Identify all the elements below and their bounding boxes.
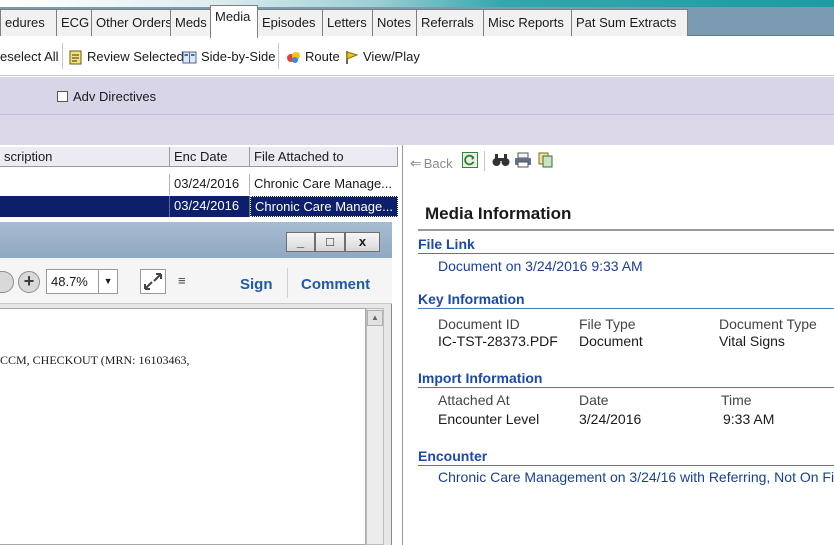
tab-media[interactable]: Media — [210, 5, 258, 38]
encounter-header: Encounter — [418, 448, 834, 466]
tab-misc-reports[interactable]: Misc Reports — [483, 9, 572, 36]
import-information-header: Import Information — [418, 370, 834, 388]
side-by-side-button[interactable]: Side-by-Side — [182, 46, 275, 68]
maximize-button[interactable]: □ — [315, 232, 345, 252]
encounter-link[interactable]: Chronic Care Management on 3/24/16 with … — [438, 469, 834, 485]
pdf-document-text: CCM, CHECKOUT (MRN: 16103463, — [0, 353, 190, 367]
time-value: 9:33 AM — [723, 411, 775, 427]
title-divider — [418, 229, 834, 231]
toolbar-separator — [278, 43, 279, 69]
column-header-file-attached-to[interactable]: File Attached to — [250, 147, 398, 167]
scroll-up-icon[interactable]: ▲ — [367, 310, 383, 326]
chevron-down-icon[interactable]: ▼ — [98, 270, 117, 293]
refresh-icon — [464, 154, 475, 166]
print-button[interactable] — [514, 152, 532, 171]
review-document-icon — [69, 50, 82, 64]
file-type-label: File Type — [579, 316, 636, 332]
deselect-all-button[interactable]: eselect All — [0, 46, 59, 68]
pdf-vertical-scrollbar[interactable] — [366, 308, 384, 545]
minimize-button[interactable]: _ — [286, 232, 315, 252]
route-icon — [287, 51, 300, 63]
document-type-value: Vital Signs — [719, 333, 785, 349]
play-flag-icon — [346, 50, 359, 64]
cell-description — [0, 174, 170, 195]
document-type-label: Document Type — [719, 316, 817, 332]
sign-button[interactable]: Sign — [240, 276, 273, 293]
tab-referrals[interactable]: Referrals — [416, 9, 484, 36]
cell-enc-date: 03/24/2016 — [170, 174, 250, 195]
cell-attached-to: Chronic Care Manage... — [250, 196, 398, 217]
top-banner — [0, 0, 834, 7]
tab-ecg[interactable]: ECG — [56, 9, 92, 36]
find-button[interactable] — [492, 152, 510, 171]
tab-meds[interactable]: Meds — [170, 9, 211, 36]
table-row[interactable]: 03/24/2016 Chronic Care Manage... — [0, 174, 398, 195]
toolbar-separator — [484, 151, 485, 171]
filter-bar-secondary — [0, 115, 834, 145]
toolbar-separator — [287, 268, 288, 298]
close-button[interactable]: x — [345, 232, 380, 252]
attached-at-value: Encounter Level — [438, 411, 540, 427]
tab-procedures[interactable]: edures — [0, 9, 57, 36]
refresh-button[interactable] — [462, 152, 478, 168]
binoculars-icon — [492, 154, 510, 166]
date-value: 3/24/2016 — [579, 411, 642, 427]
cell-enc-date: 03/24/2016 — [170, 196, 250, 217]
comment-button[interactable]: Comment — [301, 276, 370, 293]
column-header-description[interactable]: scription — [0, 147, 170, 167]
document-id-label: Document ID — [438, 316, 520, 332]
tab-notes[interactable]: Notes — [372, 9, 417, 36]
copy-icon — [538, 152, 553, 168]
fit-page-button[interactable] — [140, 269, 166, 294]
tab-pat-sum-extracts[interactable]: Pat Sum Extracts — [571, 9, 688, 36]
zoom-select[interactable]: 48.7% ▼ — [46, 269, 118, 294]
column-header-enc-date[interactable]: Enc Date — [170, 147, 250, 167]
toolbar-separator — [62, 43, 63, 69]
date-label: Date — [579, 392, 609, 408]
tab-letters[interactable]: Letters — [322, 9, 373, 36]
checkbox-box[interactable] — [57, 91, 68, 102]
copy-button[interactable] — [538, 152, 554, 171]
document-id-value: IC-TST-28373.PDF — [438, 333, 558, 349]
side-by-side-icon — [182, 51, 197, 63]
attached-at-label: Attached At — [438, 392, 510, 408]
tab-episodes[interactable]: Episodes — [257, 9, 323, 36]
route-button[interactable]: Route — [286, 46, 340, 68]
view-play-button[interactable]: View/Play — [344, 46, 420, 68]
time-label: Time — [721, 392, 752, 408]
printer-icon — [515, 152, 531, 168]
media-info-title: Media Information — [425, 204, 572, 223]
cell-attached-to: Chronic Care Manage... — [254, 176, 393, 191]
cell-description — [0, 196, 170, 217]
pdf-document-page[interactable] — [0, 308, 366, 545]
more-tools-icon[interactable]: ≡ — [178, 273, 186, 288]
arrow-left-icon: ⇐ — [410, 155, 422, 171]
expand-icon — [144, 273, 162, 290]
table-row-selected[interactable]: 03/24/2016 Chronic Care Manage... — [0, 196, 398, 217]
tab-other-orders[interactable]: Other Orders — [91, 9, 172, 36]
adv-directives-label: Adv Directives — [73, 89, 157, 104]
back-button[interactable]: ⇐ Back — [410, 155, 453, 172]
file-link-header: File Link — [418, 236, 834, 254]
key-information-header: Key Information — [418, 291, 834, 309]
zoom-in-button[interactable]: + — [18, 271, 40, 293]
file-link[interactable]: Document on 3/24/2016 9:33 AM — [438, 258, 643, 274]
review-selected-button[interactable]: Review Selected — [68, 46, 184, 68]
file-type-value: Document — [579, 333, 643, 349]
adv-directives-checkbox[interactable]: Adv Directives — [57, 89, 156, 104]
zoom-value: 48.7% — [51, 274, 88, 289]
